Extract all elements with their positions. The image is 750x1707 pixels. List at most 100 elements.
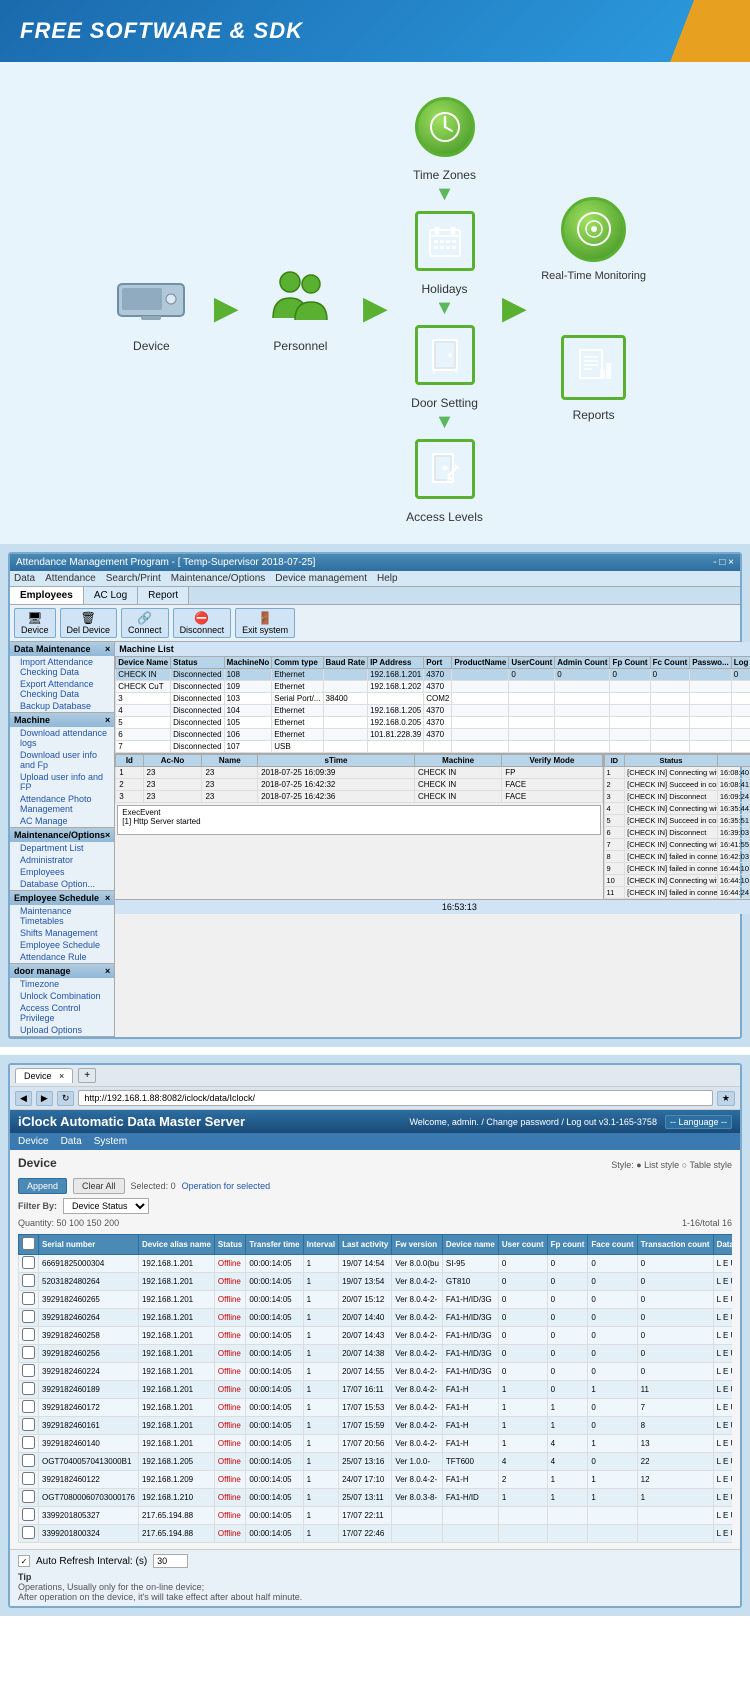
table-row[interactable]: 5 Disconnected 105 Ethernet 192.168.0.20… (116, 717, 750, 729)
menu-attendance[interactable]: Attendance (45, 573, 96, 584)
sidebar-item-dl-logs[interactable]: Download attendance logs (10, 727, 114, 749)
row-checkbox[interactable] (22, 1490, 35, 1503)
sidebar-item-emp[interactable]: Employees (10, 866, 114, 878)
sidebar-item-ac[interactable]: AC Manage (10, 815, 114, 827)
nav-bookmark[interactable]: ★ (717, 1091, 735, 1106)
menu-device[interactable]: Device management (275, 573, 367, 584)
sidebar-item-att-rule[interactable]: Attendance Rule (10, 951, 114, 963)
log-row[interactable]: 3 23 23 2018-07-25 16:42:36 CHECK IN FAC… (116, 791, 602, 803)
table-row[interactable]: 5203182480264192.168.1.201Offline00:00:1… (19, 1273, 733, 1291)
menu-help[interactable]: Help (377, 573, 398, 584)
filter-select[interactable]: Device Status (63, 1198, 149, 1214)
language-btn[interactable]: -- Language -- (665, 1115, 732, 1129)
sidebar-item-dl-user[interactable]: Download user info and Fp (10, 749, 114, 771)
nav-data[interactable]: Data (61, 1136, 82, 1147)
btn-device[interactable]: 🖥 Device (14, 608, 56, 638)
sidebar-toggle-data[interactable]: × (105, 644, 110, 654)
table-row[interactable]: 3929182460256192.168.1.201Offline00:00:1… (19, 1345, 733, 1363)
nav-forward[interactable]: ▶ (36, 1091, 53, 1106)
sidebar-item-export[interactable]: Export Attendance Checking Data (10, 678, 114, 700)
sidebar-toggle-maint[interactable]: × (105, 830, 110, 840)
row-checkbox[interactable] (22, 1292, 35, 1305)
table-row[interactable]: OGT70800060703000176192.168.1.210Offline… (19, 1489, 733, 1507)
table-row[interactable]: 3929182460140192.168.1.201Offline00:00:1… (19, 1435, 733, 1453)
btn-append[interactable]: Append (18, 1178, 67, 1194)
sidebar-toggle-machine[interactable]: × (105, 715, 110, 725)
row-checkbox[interactable] (22, 1328, 35, 1341)
tab-employees[interactable]: Employees (10, 587, 84, 604)
btn-connect[interactable]: 🔗 Connect (121, 608, 169, 638)
auto-refresh-checkbox[interactable]: ✓ (18, 1555, 30, 1567)
menu-maintenance[interactable]: Maintenance/Options (171, 573, 266, 584)
row-checkbox[interactable] (22, 1436, 35, 1449)
table-row[interactable]: 3399201805327217.65.194.88Offline00:00:1… (19, 1507, 733, 1525)
table-row[interactable]: 3399201800324217.65.194.88Offline00:00:1… (19, 1525, 733, 1543)
nav-system[interactable]: System (94, 1136, 127, 1147)
table-row[interactable]: 3929182460122192.168.1.209Offline00:00:1… (19, 1471, 733, 1489)
sidebar-item-access[interactable]: Access Control Privilege (10, 1002, 114, 1024)
sidebar-item-emp-sched[interactable]: Employee Schedule (10, 939, 114, 951)
row-checkbox[interactable] (22, 1454, 35, 1467)
sidebar-item-import[interactable]: Import Attendance Checking Data (10, 656, 114, 678)
tab-aclog[interactable]: AC Log (84, 587, 138, 604)
tab-report[interactable]: Report (138, 587, 189, 604)
table-row[interactable]: 3929182460265192.168.1.201Offline00:00:1… (19, 1291, 733, 1309)
sidebar-toggle-sched[interactable]: × (105, 893, 110, 903)
sidebar-item-shifts[interactable]: Shifts Management (10, 927, 114, 939)
row-checkbox[interactable] (22, 1364, 35, 1377)
row-checkbox[interactable] (22, 1256, 35, 1269)
sidebar-item-dept[interactable]: Department List (10, 842, 114, 854)
row-checkbox[interactable] (22, 1274, 35, 1287)
sidebar-item-timezone[interactable]: Timezone (10, 978, 114, 990)
sidebar-item-admin[interactable]: Administrator (10, 854, 114, 866)
select-all-checkbox[interactable] (22, 1237, 35, 1250)
sidebar-item-timetable[interactable]: Maintenance Timetables (10, 905, 114, 927)
row-checkbox[interactable] (22, 1418, 35, 1431)
btn-exit[interactable]: 🚪 Exit system (235, 608, 295, 638)
table-row[interactable]: 66691825000304192.168.1.201Offline00:00:… (19, 1255, 733, 1273)
tab-close-icon[interactable]: × (59, 1071, 64, 1081)
btn-del-device[interactable]: 🗑 Del Device (60, 608, 118, 638)
sidebar-item-photo[interactable]: Attendance Photo Management (10, 793, 114, 815)
menu-data[interactable]: Data (14, 573, 35, 584)
table-row[interactable]: 6 Disconnected 106 Ethernet 101.81.228.3… (116, 729, 750, 741)
btn-clear-all[interactable]: Clear All (73, 1178, 125, 1194)
browser-tab-device[interactable]: Device × (15, 1068, 73, 1083)
table-row[interactable]: CHECK IN Disconnected 108 Ethernet 192.1… (116, 669, 750, 681)
row-checkbox[interactable] (22, 1310, 35, 1323)
row-checkbox[interactable] (22, 1472, 35, 1485)
row-checkbox[interactable] (22, 1346, 35, 1359)
nav-refresh[interactable]: ↻ (57, 1091, 75, 1106)
table-row[interactable]: 3929182460258192.168.1.201Offline00:00:1… (19, 1327, 733, 1345)
btn-disconnect[interactable]: ⛔ Disconnect (173, 608, 232, 638)
sidebar-item-ul-user[interactable]: Upload user info and FP (10, 771, 114, 793)
att-win-controls[interactable]: - □ × (713, 557, 734, 568)
menu-search[interactable]: Search/Print (106, 573, 161, 584)
table-row[interactable]: 3 Disconnected 103 Serial Port/... 38400… (116, 693, 750, 705)
sidebar-item-db[interactable]: Database Option... (10, 878, 114, 890)
sidebar-toggle-door[interactable]: × (105, 966, 110, 976)
nav-device[interactable]: Device (18, 1136, 49, 1147)
table-row[interactable]: 7 Disconnected 107 USB (116, 741, 750, 753)
sidebar-item-upload[interactable]: Upload Options (10, 1024, 114, 1036)
table-row[interactable]: 3929182460224192.168.1.201Offline00:00:1… (19, 1363, 733, 1381)
table-row[interactable]: 3929182460264192.168.1.201Offline00:00:1… (19, 1309, 733, 1327)
table-row[interactable]: 3929182460189192.168.1.201Offline00:00:1… (19, 1381, 733, 1399)
row-checkbox[interactable] (22, 1382, 35, 1395)
sidebar-item-backup[interactable]: Backup Database (10, 700, 114, 712)
row-checkbox[interactable] (22, 1526, 35, 1539)
log-row[interactable]: 2 23 23 2018-07-25 16:42:32 CHECK IN FAC… (116, 779, 602, 791)
interval-input[interactable] (153, 1554, 188, 1568)
table-row[interactable]: CHECK CuT Disconnected 109 Ethernet 192.… (116, 681, 750, 693)
log-row[interactable]: 1 23 23 2018-07-25 16:09:39 CHECK IN FP (116, 767, 602, 779)
op-for-selected[interactable]: Operation for selected (182, 1181, 271, 1191)
table-row[interactable]: 3929182460161192.168.1.201Offline00:00:1… (19, 1417, 733, 1435)
sidebar-item-unlock[interactable]: Unlock Combination (10, 990, 114, 1002)
table-row[interactable]: 3929182460172192.168.1.201Offline00:00:1… (19, 1399, 733, 1417)
row-checkbox[interactable] (22, 1400, 35, 1413)
table-row[interactable]: 4 Disconnected 104 Ethernet 192.168.1.20… (116, 705, 750, 717)
row-checkbox[interactable] (22, 1508, 35, 1521)
nav-back[interactable]: ◀ (15, 1091, 32, 1106)
browser-tab-add[interactable]: + (78, 1068, 96, 1083)
table-row[interactable]: OGT70400570413000B1192.168.1.205Offline0… (19, 1453, 733, 1471)
